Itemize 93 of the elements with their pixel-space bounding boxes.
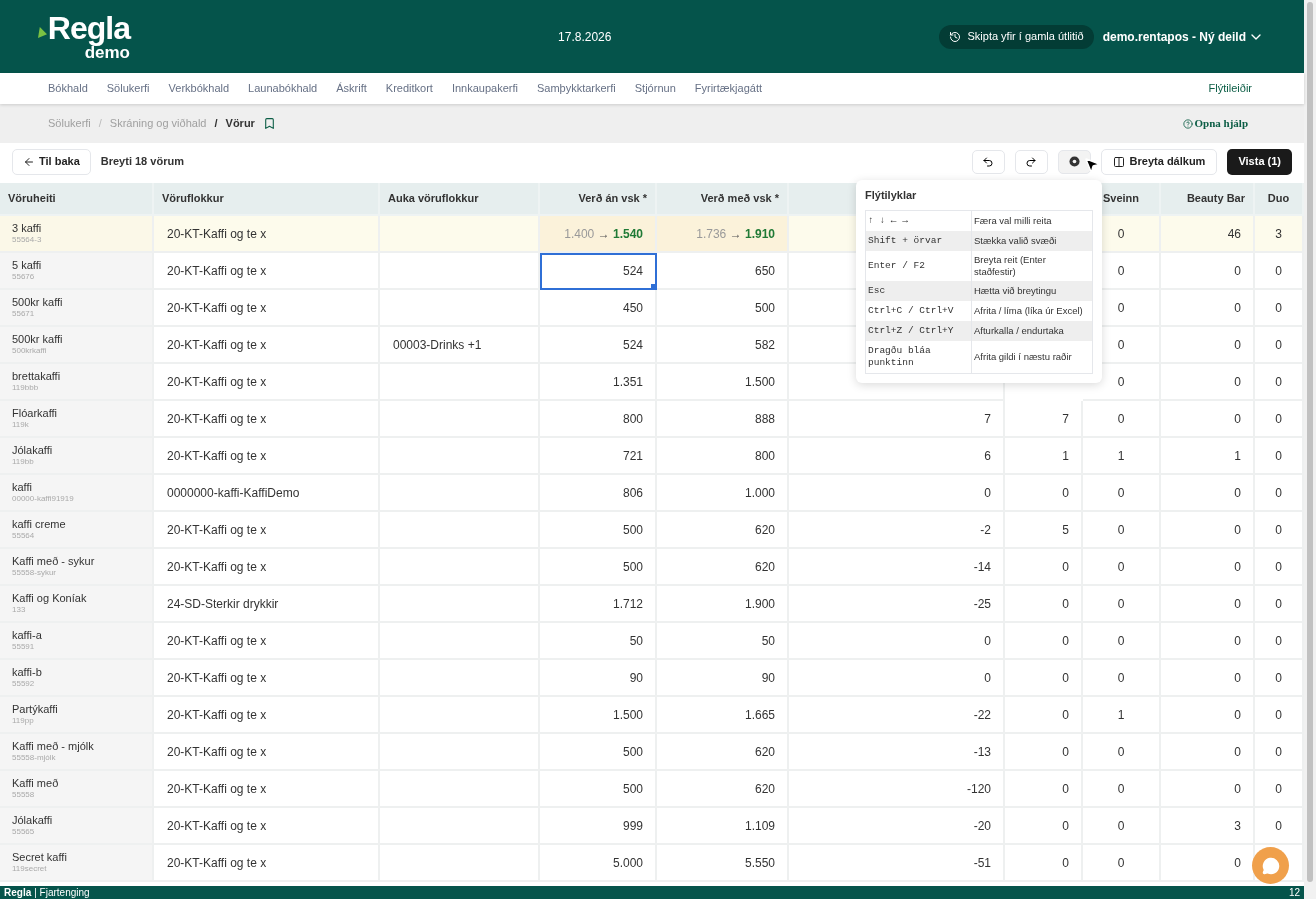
product-name: Jólakaffi (12, 814, 54, 827)
footer-label: | Fjartenging (34, 886, 90, 899)
shortcut-description: Stækka valið svæði (973, 233, 1058, 248)
help-link[interactable]: Opna hjálp (1182, 115, 1248, 132)
product-sku: 55671 (12, 309, 36, 319)
table-cell: 0 (1083, 845, 1161, 882)
edit-columns-button[interactable]: Breyta dálkum (1100, 148, 1218, 175)
product-sku: 55558 (12, 790, 36, 800)
breadcrumb-separator: / (98, 116, 102, 132)
product-name: 5 kaffi (12, 259, 43, 272)
table-cell: 524 (540, 253, 657, 290)
shortcut-description: Breyta reit (Enter staðfestir) (973, 252, 1047, 279)
product-sku: 55676 (12, 272, 36, 282)
shortcut-description: Afrita gildi í næstu raðir (973, 349, 1073, 364)
table-cell: 1.400 → 1.540 (540, 216, 657, 253)
column-header: Verð með vsk * (657, 183, 789, 216)
nav-link[interactable]: Fyrirtækjagátt (694, 80, 762, 97)
product-name: Flóarkaffi (12, 407, 59, 420)
product-name: kaffi (12, 481, 33, 494)
popover-title: Flýtilyklar (865, 188, 918, 203)
product-sku: 55591 (12, 642, 36, 652)
product-sku: 119k (12, 420, 30, 430)
product-name: Partýkaffi (12, 703, 59, 716)
breadcrumb-separator: / (214, 116, 218, 132)
product-sku: 55592 (12, 679, 36, 689)
column-header: Vöruflokkur (154, 183, 380, 216)
column-header: Beauty Bar (1161, 183, 1255, 216)
nav-link[interactable]: Samþykktarkerfi (536, 80, 616, 97)
page-number: 12 (1288, 886, 1300, 899)
column-header: Auka vöruflokkur (380, 183, 540, 216)
nav-link[interactable]: Áskrift (336, 80, 367, 97)
product-sku: 119bb (12, 457, 35, 467)
product-sku: 119bbb (12, 383, 40, 393)
product-name: Kaffi með (12, 777, 60, 790)
table-cell: -51 (789, 845, 1005, 882)
current-page-title: Vörur (225, 116, 255, 132)
product-name: kaffi-b (12, 666, 43, 679)
column-header: Verð án vsk * (540, 183, 657, 216)
footer-logo: Regla (4, 886, 32, 899)
product-name: kaffi creme (12, 518, 67, 531)
shortcut-description: Afturkalla / endurtaka (973, 323, 1065, 338)
nav-link[interactable]: Sölukerfi (106, 80, 150, 97)
product-name: 500kr kaffi (12, 296, 64, 309)
product-sku: 55564-3 (12, 235, 43, 245)
product-sku: 55558-mjólk (12, 753, 57, 763)
column-header: Duo (1255, 183, 1304, 216)
date-text: 17.8.2026 (558, 28, 612, 46)
nav-link[interactable]: Kreditkort (385, 80, 433, 97)
nav-link[interactable]: Launabókhald (248, 80, 318, 97)
shortcut-keys: Esc (866, 280, 972, 301)
account-menu[interactable]: demo.rentapos - Ný deild (1102, 27, 1264, 46)
product-sku: 119secret (12, 864, 48, 874)
product-sku: 119pp (12, 716, 35, 726)
shortcut-keys: Dragðu bláa punktinn (866, 340, 972, 373)
shortcut-description: Afrita / líma (líka úr Excel) (973, 303, 1084, 318)
nav-link[interactable]: Verkbókhald (168, 80, 230, 97)
product-name: 500kr kaffi (12, 333, 64, 346)
column-header: Vöruheiti (0, 183, 154, 216)
product-name: brettakaffi (12, 370, 62, 383)
table-cell: 1.736 → 1.910 (657, 216, 789, 253)
logo-text: Regla (47, 12, 130, 44)
shortcut-keys: ↑ ↓ ← → (866, 210, 972, 231)
product-sku: 55565 (12, 827, 36, 837)
product-name: Secret kaffi (12, 851, 68, 864)
product-name: Kaffi og Koníak (12, 592, 88, 605)
shortcut-description: Hætta við breytingu (973, 283, 1058, 298)
product-name: Kaffi með - mjólk (12, 740, 95, 753)
table-cell: 0 (1005, 845, 1083, 882)
table-cell: 20-KT-Kaffi og te x (154, 845, 380, 882)
switch-layout-button[interactable]: Skipta yfir í gamla útlitið (939, 24, 1094, 49)
product-name: kaffi-a (12, 629, 43, 642)
shortcuts-link[interactable]: Flýtileiðir (1208, 80, 1252, 97)
table-cell: 5.000 (540, 845, 657, 882)
nav-link[interactable]: Innkaupakerfi (451, 80, 518, 97)
product-sku: 55558-sykur (12, 568, 58, 578)
product-sku: 500krkaffi (12, 346, 48, 356)
back-button[interactable]: Til baka (12, 148, 91, 175)
edit-title: Breyti 18 vörum (100, 154, 184, 170)
product-name: Kaffi með - sykur (12, 555, 96, 568)
product-sku: 55564 (12, 531, 36, 541)
shortcut-keys: Ctrl+C / Ctrl+V (866, 300, 972, 321)
shortcut-keys: Shift + örvar (866, 230, 972, 251)
product-sku: 00000-kaffi91919 (12, 494, 75, 504)
product-name: 3 kaffi (12, 222, 43, 235)
product-name: Jólakaffi (12, 444, 54, 457)
shortcut-description: Færa val milli reita (973, 213, 1053, 228)
table-cell: 5.550 (657, 845, 789, 882)
shortcut-keys: Enter / F2 (866, 250, 972, 281)
nav-link[interactable]: Stjórnun (634, 80, 676, 97)
save-button[interactable]: Vista (1) (1227, 148, 1292, 175)
shortcut-keys: Ctrl+Z / Ctrl+Y (866, 320, 972, 341)
nav-link[interactable]: Bókhald (48, 80, 88, 97)
product-sku: 133 (12, 605, 27, 615)
